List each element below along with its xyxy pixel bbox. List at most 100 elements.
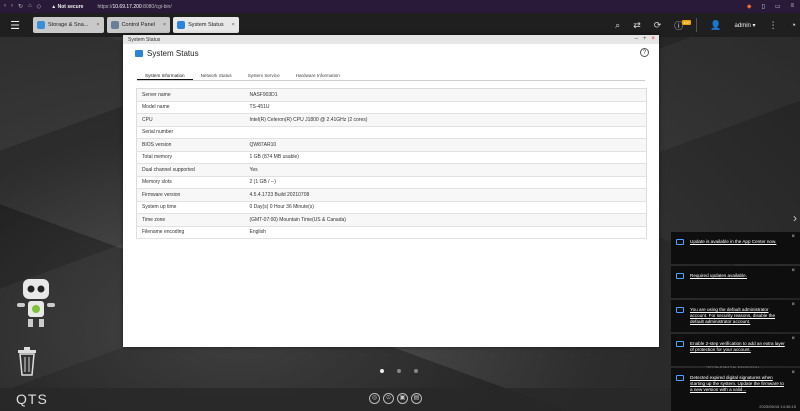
- row-key: Time zone: [136, 213, 245, 227]
- table-row: Filename encoding English: [136, 226, 647, 239]
- notification-text[interactable]: Enable 2-step verification to add an ext…: [690, 341, 785, 352]
- close-icon[interactable]: ×: [96, 22, 99, 28]
- notification-item[interactable]: Required updates available. ×: [671, 266, 800, 298]
- forward-icon[interactable]: ›: [11, 3, 13, 10]
- table-row: CPU Intel(R) Celeron(R) CPU J1800 @ 2.41G…: [136, 113, 647, 127]
- message-icon: [676, 273, 684, 279]
- qsync-icon[interactable]: ◎: [369, 393, 380, 404]
- browser-actions: ◆ ▯ ▭ ≡: [747, 3, 794, 10]
- brave-shield-icon[interactable]: ◆: [747, 3, 752, 10]
- close-icon[interactable]: ×: [791, 268, 795, 275]
- sync-icon[interactable]: ⟳: [654, 20, 662, 31]
- taskbar-tab-system-status[interactable]: System Status ×: [173, 17, 239, 33]
- row-value: 2 (1 GB / --): [244, 176, 647, 189]
- topbar-actions: ⌕ ⇄ ⟳ ⓘ 10+ 👤 admin ▾ ⋮ ◔: [615, 13, 796, 37]
- help-icon[interactable]: ?: [640, 48, 649, 57]
- menu-icon[interactable]: ≡: [790, 3, 794, 10]
- row-key: Firmware version: [136, 188, 245, 202]
- helpdesk-robot-icon[interactable]: [14, 277, 58, 329]
- system-status-icon: [135, 49, 143, 57]
- table-row: Serial number: [136, 126, 647, 139]
- table-row: System up time 0 Day(s) 0 Hour 36 Minute(…: [136, 201, 647, 214]
- notification-item[interactable]: Detected expired digital signatures when…: [671, 368, 800, 411]
- row-key: BIOS version: [136, 138, 245, 152]
- desktop-page-indicator: [380, 369, 418, 373]
- notes-icon[interactable]: ▤: [411, 393, 422, 404]
- system-info-table: Server name NASF903D1 Model name TS-451U C…: [136, 88, 647, 239]
- row-value: TS-451U: [244, 101, 647, 114]
- browser-nav: ‹ › ↻ ⌂ ◇: [0, 3, 41, 10]
- main-menu-icon[interactable]: ☰: [0, 13, 30, 37]
- row-value: Yes: [244, 163, 647, 177]
- table-row: Firmware version 4.5.4.1723 Build 2021070…: [136, 188, 647, 202]
- page-dot[interactable]: [397, 369, 401, 373]
- more-icon[interactable]: ⋮: [769, 20, 778, 31]
- divider: [696, 18, 698, 32]
- notification-icon[interactable]: ⓘ 10+: [674, 19, 692, 32]
- window-titlebar[interactable]: System Status – + ×: [123, 35, 659, 44]
- close-icon[interactable]: ×: [651, 35, 655, 44]
- user-menu[interactable]: admin ▾: [735, 22, 756, 29]
- notification-text[interactable]: Required updates available.: [690, 273, 747, 278]
- taskbar-tab-storage[interactable]: Storage & Sna... ×: [33, 17, 104, 33]
- row-key: Dual channel supported: [136, 163, 245, 177]
- maximize-icon[interactable]: +: [643, 35, 647, 44]
- row-value: English: [244, 226, 647, 239]
- search-icon[interactable]: ⌕: [615, 20, 620, 31]
- photo-icon[interactable]: ▣: [397, 393, 408, 404]
- wallet-icon[interactable]: ▭: [775, 3, 781, 10]
- security-indicator[interactable]: ▲ Not secure: [51, 4, 83, 10]
- notification-badge: 10+: [682, 19, 692, 25]
- close-icon[interactable]: ×: [163, 22, 166, 28]
- reload-icon[interactable]: ↻: [18, 3, 23, 10]
- row-value: [244, 126, 647, 139]
- window-titlebar-label: System Status: [128, 36, 161, 43]
- row-value: NASF903D1: [244, 88, 647, 102]
- notification-item[interactable]: Enable 2-step verification to add an ext…: [671, 334, 800, 366]
- close-icon[interactable]: ×: [791, 234, 795, 241]
- notification-item[interactable]: Update is available in the App Center no…: [671, 232, 800, 264]
- table-row: Dual channel supported Yes: [136, 163, 647, 177]
- tab-hardware-information[interactable]: Hardware Information: [288, 72, 348, 80]
- tab-network-status[interactable]: Network Status: [193, 72, 240, 80]
- page-dot[interactable]: [414, 369, 418, 373]
- dashboard-icon[interactable]: ◔: [791, 20, 796, 30]
- sidebar-icon[interactable]: ▯: [762, 3, 765, 10]
- security-label: Not secure: [57, 3, 84, 10]
- qfinder-icon[interactable]: ⊙: [383, 393, 394, 404]
- row-key: Filename encoding: [136, 226, 245, 239]
- page-dot[interactable]: [380, 369, 384, 373]
- url-path: :8080/cgi-bin/: [141, 3, 172, 10]
- chevron-right-icon[interactable]: ›: [793, 211, 797, 225]
- bookmark-icon[interactable]: ◇: [37, 3, 42, 10]
- user-icon[interactable]: 👤: [710, 20, 721, 31]
- table-row: BIOS version QW87AR10: [136, 138, 647, 152]
- home-icon[interactable]: ⌂: [28, 3, 32, 10]
- storage-app-icon: [37, 21, 45, 29]
- close-icon[interactable]: ×: [232, 22, 235, 28]
- taskbar-tab-control-panel[interactable]: Control Panel ×: [106, 17, 171, 33]
- minimize-icon[interactable]: –: [635, 35, 638, 44]
- dock-icons: ◎ ⊙ ▣ ▤: [369, 393, 422, 404]
- notification-text[interactable]: Update is available in the App Center no…: [690, 239, 776, 244]
- control-panel-app-icon: [110, 21, 119, 29]
- recycle-bin-icon[interactable]: [16, 346, 38, 376]
- message-icon: [676, 341, 684, 347]
- notification-text[interactable]: You are using the default administrator …: [690, 307, 775, 324]
- tab-system-information[interactable]: System Information: [137, 72, 193, 80]
- close-icon[interactable]: ×: [791, 370, 795, 377]
- close-icon[interactable]: ×: [791, 302, 795, 309]
- tab-bar: System Information Network Status System…: [137, 72, 645, 81]
- tab-system-service[interactable]: System Service: [240, 72, 288, 80]
- notification-item[interactable]: You are using the default administrator …: [671, 300, 800, 332]
- url-prefix: https://: [97, 3, 113, 10]
- notification-text[interactable]: Detected expired digital signatures when…: [690, 375, 784, 392]
- table-row: Total memory 1 GB (874 MB usable): [136, 151, 647, 164]
- row-key: Total memory: [136, 151, 245, 164]
- close-icon[interactable]: ×: [791, 336, 795, 343]
- address-bar[interactable]: https://10.69.17.200:8080/cgi-bin/: [97, 4, 171, 10]
- back-icon[interactable]: ‹: [4, 3, 6, 10]
- taskbar-tab-label: Control Panel: [121, 22, 155, 28]
- tasks-icon[interactable]: ⇄: [633, 20, 641, 31]
- row-value: QW87AR10: [244, 138, 647, 152]
